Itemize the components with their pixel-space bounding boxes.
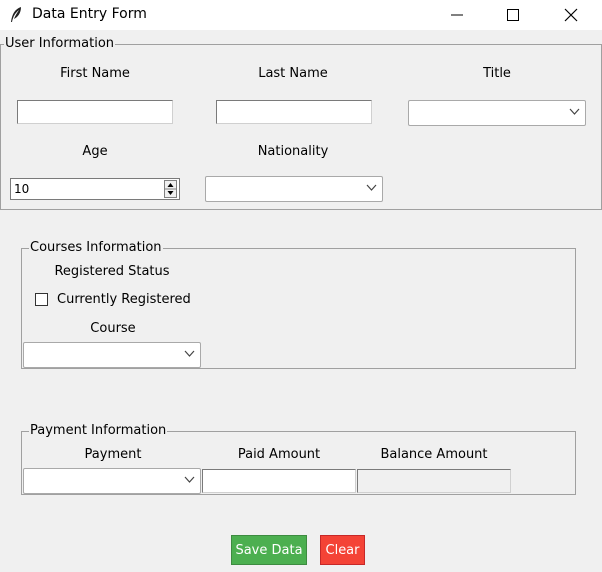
close-button[interactable]: [548, 0, 594, 30]
minimize-button[interactable]: [434, 0, 480, 30]
paid-amount-label: Paid Amount: [237, 447, 321, 462]
chevron-down-icon: [569, 108, 580, 115]
balance-amount-label: Balance Amount: [380, 447, 488, 462]
first-name-label: First Name: [60, 66, 130, 81]
user-information-title: User Information: [4, 36, 116, 51]
spin-buttons[interactable]: [164, 180, 177, 198]
age-value: 10: [14, 182, 30, 196]
age-label: Age: [82, 144, 108, 159]
maximize-button[interactable]: [490, 0, 536, 30]
first-name-entry[interactable]: [17, 100, 173, 124]
currently-registered-label[interactable]: Currently Registered: [57, 292, 191, 307]
course-combobox[interactable]: [23, 342, 201, 368]
course-label: Course: [90, 321, 136, 336]
clear-button[interactable]: Clear: [320, 535, 365, 565]
payment-information-title: Payment Information: [29, 423, 168, 438]
title-combobox[interactable]: [408, 100, 586, 126]
paid-amount-entry[interactable]: [202, 469, 356, 493]
age-spinbox[interactable]: 10: [10, 178, 180, 200]
nationality-label: Nationality: [257, 144, 329, 159]
window-title: Data Entry Form: [32, 6, 147, 22]
registered-status-label: Registered Status: [54, 264, 170, 279]
minimize-icon: [451, 14, 463, 16]
currently-registered-checkbox[interactable]: [35, 293, 48, 306]
balance-amount-entry: [357, 469, 511, 493]
courses-information-title: Courses Information: [29, 240, 163, 255]
feather-icon: [9, 6, 23, 24]
last-name-entry[interactable]: [216, 100, 372, 124]
payment-label: Payment: [84, 447, 142, 462]
window-titlebar: Data Entry Form: [0, 0, 602, 30]
close-icon: [564, 8, 578, 22]
chevron-down-icon: [184, 350, 195, 357]
payment-combobox[interactable]: [23, 468, 201, 494]
maximize-icon: [507, 9, 519, 21]
title-label: Title: [483, 66, 511, 81]
save-data-button[interactable]: Save Data: [231, 535, 307, 565]
spin-arrows-icon: [165, 183, 176, 195]
last-name-label: Last Name: [258, 66, 328, 81]
chevron-down-icon: [184, 476, 195, 483]
chevron-down-icon: [366, 184, 377, 191]
nationality-combobox[interactable]: [205, 176, 383, 202]
